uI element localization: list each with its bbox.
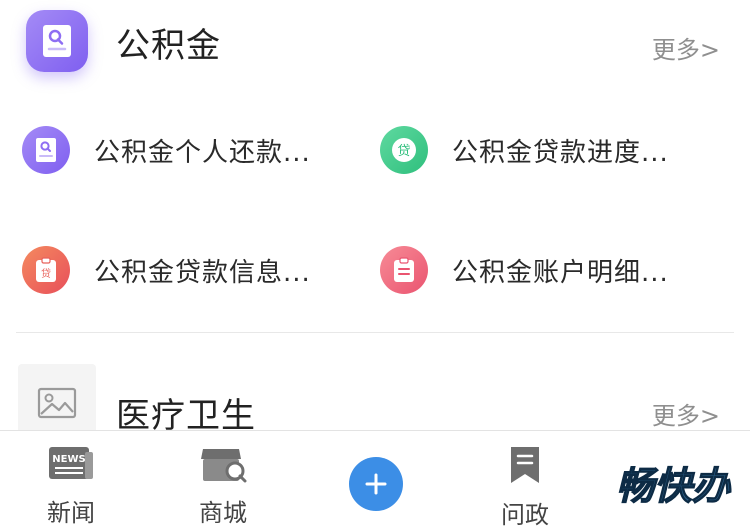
id-card-icon bbox=[22, 126, 70, 174]
id-card-icon bbox=[26, 10, 88, 72]
tab-label: 商城 bbox=[199, 499, 247, 527]
tab-inquiry[interactable]: 问政 bbox=[470, 431, 580, 529]
service-account-detail[interactable]: 公积金账户明细... bbox=[380, 240, 669, 300]
tab-label: 问政 bbox=[501, 501, 549, 529]
svg-text:贷: 贷 bbox=[41, 267, 51, 280]
service-label: 公积金贷款信息... bbox=[94, 257, 311, 288]
tab-news[interactable]: NEWS 新闻 bbox=[16, 431, 126, 528]
tab-shop[interactable]: 商城 bbox=[168, 431, 278, 528]
section-title: 公积金 bbox=[116, 26, 221, 66]
more-link[interactable]: 更多> bbox=[652, 396, 720, 431]
service-personal-repayment[interactable]: 公积金个人还款... bbox=[22, 120, 311, 180]
brand-text: 畅快办 bbox=[616, 464, 732, 508]
service-label: 公积金贷款进度... bbox=[452, 137, 669, 168]
service-loan-progress[interactable]: 贷 公积金贷款进度... bbox=[380, 120, 669, 180]
clipboard-loan-icon: 贷 bbox=[22, 246, 70, 294]
section-divider bbox=[16, 332, 734, 333]
service-label: 公积金账户明细... bbox=[452, 257, 669, 288]
bottom-tab-bar: NEWS 新闻 商城 问政 畅快办 bbox=[0, 430, 750, 529]
service-label: 公积金个人还款... bbox=[94, 137, 311, 168]
svg-text:贷: 贷 bbox=[397, 144, 410, 159]
service-loan-info[interactable]: 贷 公积金贷款信息... bbox=[22, 240, 311, 300]
shop-icon bbox=[199, 445, 247, 483]
plus-icon[interactable] bbox=[349, 457, 403, 511]
news-icon: NEWS bbox=[48, 445, 94, 483]
svg-text:NEWS: NEWS bbox=[52, 454, 85, 465]
more-link[interactable]: 更多> bbox=[652, 30, 720, 65]
brand-logo: 畅快办 bbox=[615, 463, 732, 508]
tab-label: 新闻 bbox=[47, 499, 95, 527]
bookmark-icon bbox=[508, 445, 542, 485]
section-housing-fund-header: 公积金 更多> bbox=[0, 0, 750, 90]
clipboard-list-icon bbox=[380, 246, 428, 294]
loan-badge-icon: 贷 bbox=[380, 126, 428, 174]
